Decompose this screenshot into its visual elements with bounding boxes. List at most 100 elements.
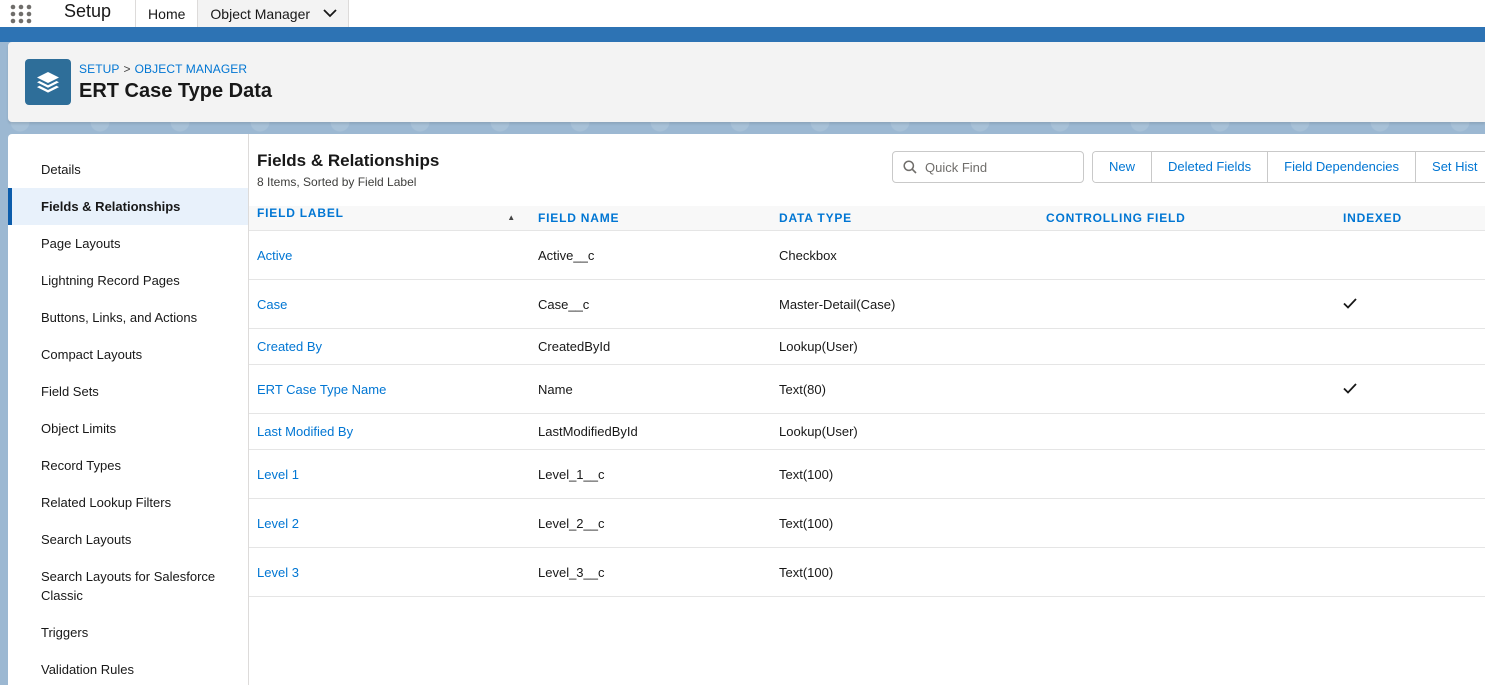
page-title: ERT Case Type Data xyxy=(79,80,273,102)
item-count: 8 Items, Sorted by Field Label xyxy=(257,175,417,189)
field-api-name: Case__c xyxy=(530,279,771,329)
field-api-name: Level_3__c xyxy=(530,547,771,597)
field-dependencies-button[interactable]: Field Dependencies xyxy=(1268,152,1417,182)
indexed-cell xyxy=(1335,413,1485,450)
breadcrumb-object-manager[interactable]: OBJECT MANAGER xyxy=(135,62,248,76)
field-label-link[interactable]: Level 3 xyxy=(257,565,299,580)
sidebar-item-compact-layouts[interactable]: Compact Layouts xyxy=(8,336,248,373)
sidebar-item-related-lookup-filters[interactable]: Related Lookup Filters xyxy=(8,484,248,521)
sidebar-item-fields-relationships[interactable]: Fields & Relationships xyxy=(8,188,248,225)
tab-object-manager-label: Object Manager xyxy=(210,5,311,22)
new-button[interactable]: New xyxy=(1093,152,1153,182)
table-row: Created By CreatedById Lookup(User) xyxy=(249,328,1485,365)
indexed-cell xyxy=(1335,328,1485,365)
checkmark-icon xyxy=(1343,382,1357,394)
set-history-tracking-button[interactable]: Set Hist xyxy=(1416,152,1485,182)
sidebar-item-validation-rules[interactable]: Validation Rules xyxy=(8,651,248,688)
field-label-link[interactable]: Case xyxy=(257,297,287,312)
sidebar-item-details[interactable]: Details xyxy=(8,151,248,188)
sidebar-item-lightning-record-pages[interactable]: Lightning Record Pages xyxy=(8,262,248,299)
sidebar-item-search-layouts[interactable]: Search Layouts xyxy=(8,521,248,558)
breadcrumb-separator: > xyxy=(123,62,131,76)
indexed-cell xyxy=(1335,230,1485,280)
column-header-controlling-field[interactable]: CONTROLLING FIELD xyxy=(1038,206,1335,231)
table-row: Level 2 Level_2__c Text(100) xyxy=(249,498,1485,548)
table-header-row: FIELD LABEL ▲ FIELD NAME DATA TYPE CONTR… xyxy=(249,206,1485,231)
table-row: Level 3 Level_3__c Text(100) xyxy=(249,547,1485,597)
stack-layers-icon xyxy=(25,59,71,105)
search-icon xyxy=(903,160,917,174)
tab-object-manager[interactable]: Object Manager xyxy=(197,0,350,27)
sort-ascending-icon[interactable]: ▲ xyxy=(507,206,516,230)
field-label-link[interactable]: Level 1 xyxy=(257,467,299,482)
indexed-cell xyxy=(1335,449,1485,499)
action-button-group: New Deleted Fields Field Dependencies Se… xyxy=(1092,151,1485,183)
table-row: Last Modified By LastModifiedById Lookup… xyxy=(249,413,1485,450)
field-data-type: Lookup(User) xyxy=(771,413,1038,450)
app-name: Setup xyxy=(64,1,112,21)
quick-find-input[interactable] xyxy=(925,159,1075,175)
waffle-icon xyxy=(10,4,32,23)
controlling-field xyxy=(1038,279,1335,329)
controlling-field xyxy=(1038,547,1335,597)
table-row: Level 1 Level_1__c Text(100) xyxy=(249,449,1485,499)
field-data-type: Text(100) xyxy=(771,498,1038,548)
sidebar-item-page-layouts[interactable]: Page Layouts xyxy=(8,225,248,262)
field-api-name: CreatedById xyxy=(530,328,771,365)
sidebar-item-object-limits[interactable]: Object Limits xyxy=(8,410,248,447)
field-data-type: Lookup(User) xyxy=(771,328,1038,365)
sidebar-item-buttons-links-actions[interactable]: Buttons, Links, and Actions xyxy=(8,299,248,336)
field-label-link[interactable]: Created By xyxy=(257,339,322,354)
column-header-indexed[interactable]: INDEXED xyxy=(1335,206,1485,231)
field-api-name: LastModifiedById xyxy=(530,413,771,450)
field-data-type: Master-Detail(Case) xyxy=(771,279,1038,329)
tab-home[interactable]: Home xyxy=(135,0,197,27)
breadcrumb: SETUP > OBJECT MANAGER xyxy=(79,62,247,76)
controlling-field xyxy=(1038,230,1335,280)
deleted-fields-button[interactable]: Deleted Fields xyxy=(1152,152,1269,182)
quick-find-box[interactable] xyxy=(892,151,1084,183)
table-row: Case Case__c Master-Detail(Case) xyxy=(249,279,1485,329)
breadcrumb-setup[interactable]: SETUP xyxy=(79,62,120,76)
sidebar: Details Fields & Relationships Page Layo… xyxy=(8,134,249,685)
field-data-type: Text(100) xyxy=(771,547,1038,597)
field-label-link[interactable]: Last Modified By xyxy=(257,424,353,439)
controlling-field xyxy=(1038,328,1335,365)
sidebar-item-field-sets[interactable]: Field Sets xyxy=(8,373,248,410)
field-api-name: Level_2__c xyxy=(530,498,771,548)
field-label-link[interactable]: Level 2 xyxy=(257,516,299,531)
column-header-field-label[interactable]: FIELD LABEL ▲ xyxy=(249,206,530,231)
controlling-field xyxy=(1038,498,1335,548)
field-data-type: Text(80) xyxy=(771,364,1038,414)
app-launcher-button[interactable] xyxy=(0,0,42,27)
column-header-field-name[interactable]: FIELD NAME xyxy=(530,206,771,231)
sidebar-item-triggers[interactable]: Triggers xyxy=(8,614,248,651)
field-label-link[interactable]: Active xyxy=(257,248,292,263)
controlling-field xyxy=(1038,449,1335,499)
controlling-field xyxy=(1038,413,1335,450)
field-label-link[interactable]: ERT Case Type Name xyxy=(257,382,386,397)
global-header: Setup Home Object Manager xyxy=(0,0,1485,27)
chevron-down-icon[interactable] xyxy=(322,6,338,22)
indexed-cell xyxy=(1335,279,1485,329)
column-header-data-type[interactable]: DATA TYPE xyxy=(771,206,1038,231)
field-data-type: Text(100) xyxy=(771,449,1038,499)
table-row: Active Active__c Checkbox xyxy=(249,230,1485,280)
fields-table: FIELD LABEL ▲ FIELD NAME DATA TYPE CONTR… xyxy=(249,206,1485,597)
indexed-cell xyxy=(1335,364,1485,414)
indexed-cell xyxy=(1335,498,1485,548)
table-row: ERT Case Type Name Name Text(80) xyxy=(249,364,1485,414)
tab-home-label: Home xyxy=(148,5,186,22)
field-api-name: Name xyxy=(530,364,771,414)
field-data-type: Checkbox xyxy=(771,230,1038,280)
column-header-label: FIELD LABEL xyxy=(257,206,344,220)
checkmark-icon xyxy=(1343,297,1357,309)
sidebar-item-search-layouts-classic[interactable]: Search Layouts for Salesforce Classic xyxy=(8,558,238,614)
field-api-name: Active__c xyxy=(530,230,771,280)
header-accent-bar xyxy=(0,27,1485,42)
sidebar-item-record-types[interactable]: Record Types xyxy=(8,447,248,484)
field-api-name: Level_1__c xyxy=(530,449,771,499)
fields-relationships-panel: Fields & Relationships 8 Items, Sorted b… xyxy=(249,134,1485,685)
main-panel: Details Fields & Relationships Page Layo… xyxy=(8,134,1485,685)
indexed-cell xyxy=(1335,547,1485,597)
